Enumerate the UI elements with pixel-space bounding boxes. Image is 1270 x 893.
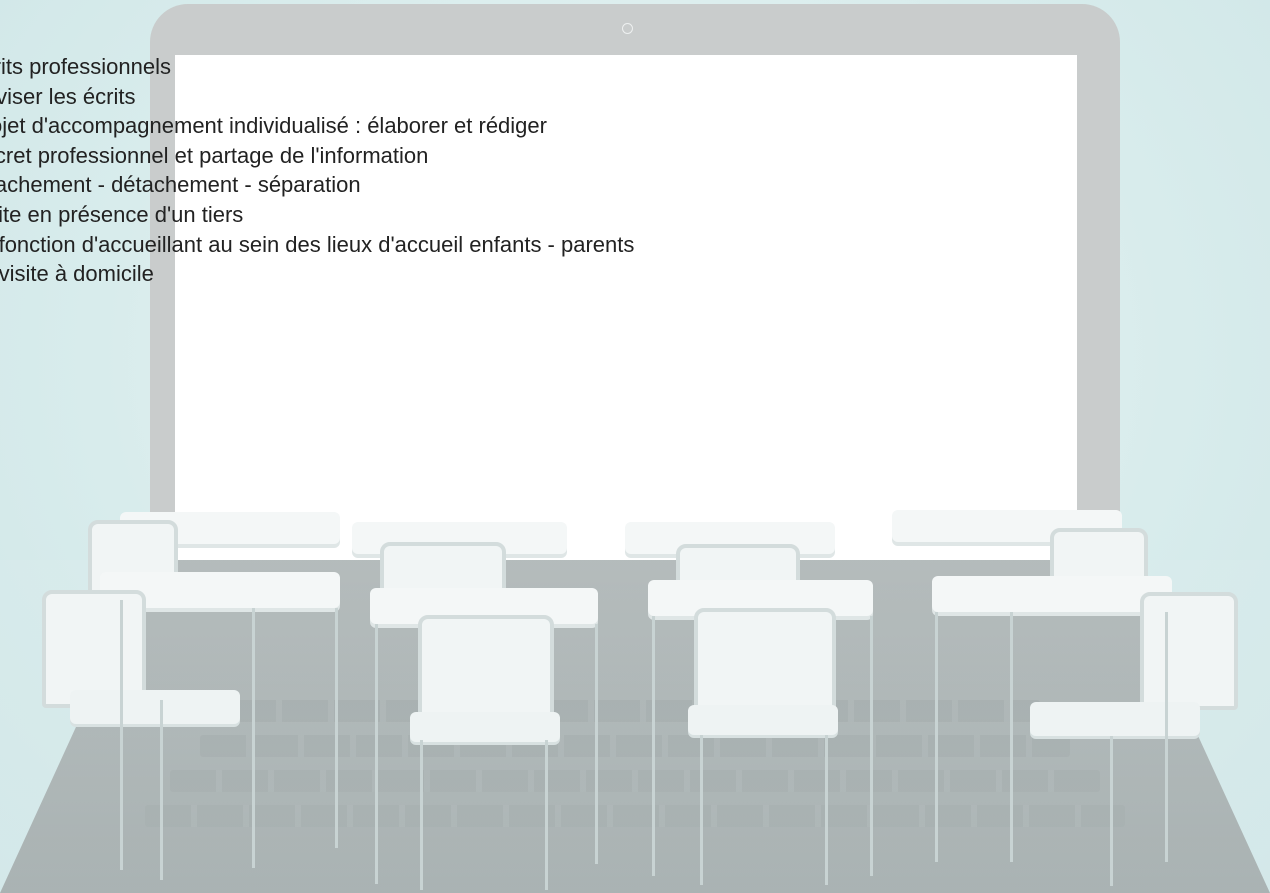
course-item[interactable]: La fonction d'accueillant au sein des li… (0, 230, 634, 260)
course-list: Écrits professionnels Réviser les écrits… (0, 52, 634, 289)
course-item[interactable]: Attachement - détachement - séparation (0, 170, 634, 200)
course-item[interactable]: Réviser les écrits (0, 82, 634, 112)
course-item[interactable]: Projet d'accompagnement individualisé : … (0, 111, 634, 141)
webcam-icon (622, 23, 633, 34)
course-item[interactable]: La visite à domicile (0, 259, 634, 289)
course-item[interactable]: Écrits professionnels (0, 52, 634, 82)
course-item[interactable]: Secret professionnel et partage de l'inf… (0, 141, 634, 171)
course-item[interactable]: Visite en présence d'un tiers (0, 200, 634, 230)
